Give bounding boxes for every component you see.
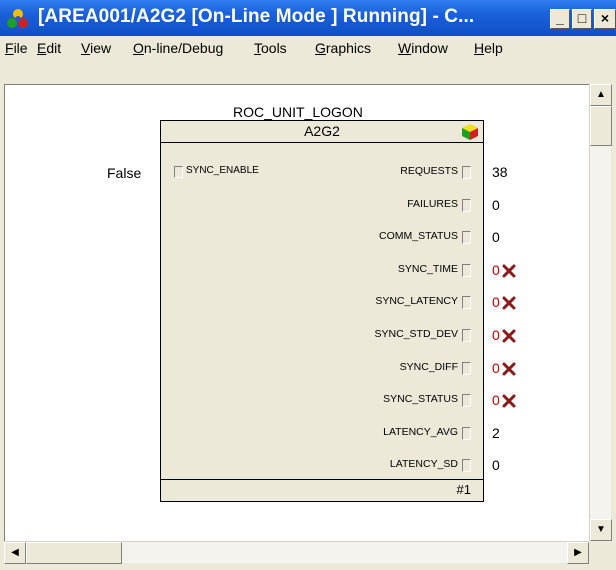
colored-cube-icon [462,124,478,140]
close-button[interactable]: × [594,9,616,29]
output-port[interactable] [462,263,471,277]
scroll-up-button[interactable]: ▲ [590,84,612,106]
block-instance-name: A2G2 [304,123,340,139]
output-port[interactable] [462,426,471,440]
menu-file[interactable]: File [5,40,28,56]
horizontal-scroll-thumb[interactable] [26,542,122,564]
input-value: False [107,165,142,181]
block-type-name: ROC_UNIT_LOGON [233,104,363,120]
error-x-icon [502,394,516,408]
output-name: COMM_STATUS [379,230,458,243]
error-x-icon [502,296,516,310]
block-header: A2G2 [161,121,483,143]
menu-graphics[interactable]: Graphics [315,40,371,56]
output-port[interactable] [462,361,471,375]
menu-online-debug[interactable]: On-line/Debug [133,40,223,56]
output-value: 0 [492,392,500,409]
menu-view[interactable]: View [81,40,111,56]
vertical-scrollbar[interactable]: ▲ ▼ [589,84,612,541]
output-value: 0 [492,294,500,311]
error-x-icon [502,264,516,278]
output-name: SYNC_STATUS [383,393,458,406]
scroll-left-button[interactable]: ◀ [4,542,26,564]
menu-tools[interactable]: Tools [254,40,287,56]
horizontal-scrollbar[interactable]: ◀ ▶ [4,541,589,564]
window-title: [AREA001/A2G2 [On-Line Mode ] Running] -… [38,6,475,27]
vertical-scroll-thumb[interactable] [590,106,612,146]
output-name: SYNC_DIFF [399,360,458,373]
output-name: LATENCY_SD [389,458,458,471]
input-port[interactable] [174,166,183,178]
menu-help[interactable]: Help [474,40,503,56]
output-name: FAILURES [407,197,458,210]
error-x-icon [502,329,516,343]
output-port[interactable] [462,296,471,310]
output-value: 0 [492,261,500,278]
output-value: 0 [492,457,500,474]
output-name: SYNC_LATENCY [375,295,458,308]
output-port[interactable] [462,231,471,245]
output-name: REQUESTS [400,165,458,177]
menu-window[interactable]: Window [398,40,448,56]
resize-grip[interactable] [589,541,616,570]
output-value: 0 [492,229,500,246]
output-value: 2 [492,424,500,441]
output-port[interactable] [462,198,471,212]
output-port[interactable] [462,459,471,473]
title-bar[interactable]: [AREA001/A2G2 [On-Line Mode ] Running] -… [0,0,616,36]
scroll-down-button[interactable]: ▼ [590,519,612,541]
function-block[interactable]: A2G2 #1 [160,120,484,502]
output-port[interactable] [462,166,471,179]
error-x-icon [502,362,516,376]
output-name: SYNC_STD_DEV [374,328,458,340]
menu-edit[interactable]: Edit [37,40,61,56]
output-port[interactable] [462,394,471,408]
minimize-button[interactable]: _ [550,9,570,29]
app-icon [7,9,28,28]
maximize-button[interactable]: □ [572,9,592,29]
scroll-right-button[interactable]: ▶ [567,542,589,564]
output-value: 38 [492,164,508,180]
output-value: 0 [492,327,500,343]
input-name: SYNC_ENABLE [186,165,259,176]
output-value: 0 [492,359,500,376]
menu-bar: File Edit View On-line/Debug Tools Graph… [0,36,616,60]
output-name: LATENCY_AVG [383,425,458,438]
output-name: SYNC_TIME [397,262,458,275]
block-footer: #1 [161,479,483,501]
output-port[interactable] [462,329,471,342]
output-value: 0 [492,196,500,213]
